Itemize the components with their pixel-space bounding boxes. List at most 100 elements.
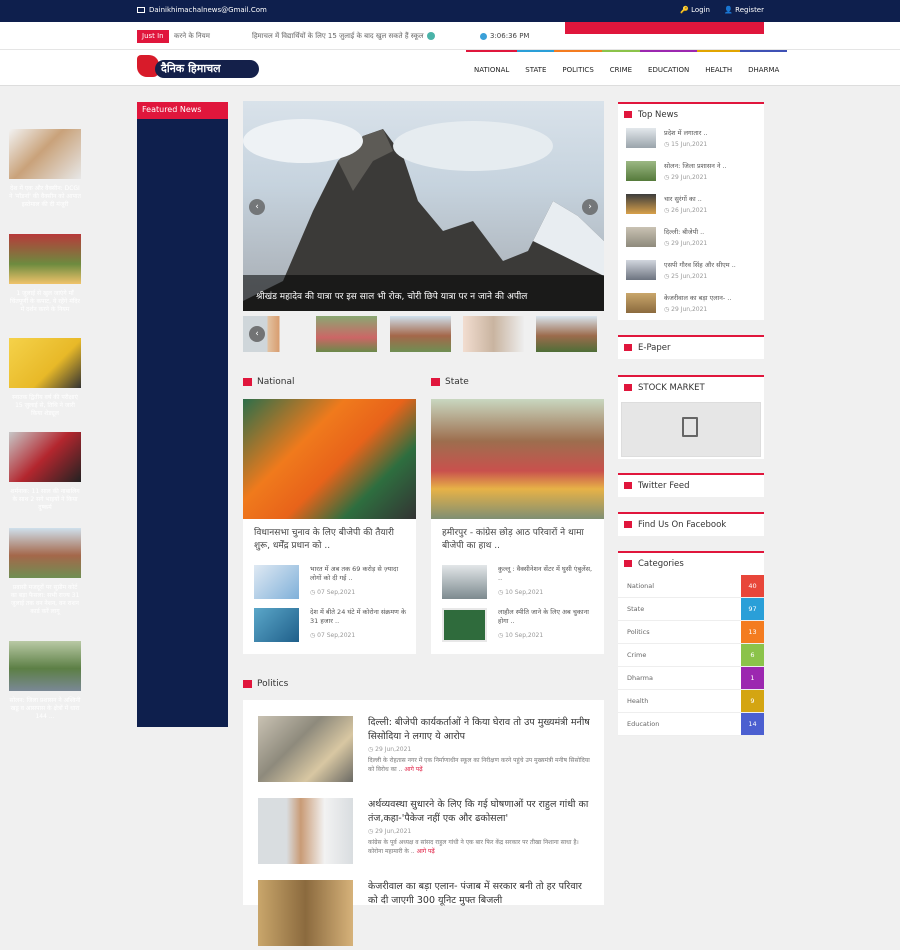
epaper-widget[interactable]: E-Paper	[618, 335, 764, 359]
top-news-item[interactable]: दिल्ली: बीजेपी .. ◷ 29 Jun,2021	[626, 227, 761, 251]
news-thumb	[258, 798, 353, 864]
contact-email[interactable]: Dainikhimachalnews@Gmail.Com	[137, 6, 267, 14]
category-item-crime[interactable]: Crime 6	[618, 644, 764, 667]
thumbs-prev-button[interactable]: ‹	[249, 326, 265, 342]
news-thumb	[626, 227, 656, 247]
slider-thumb[interactable]	[390, 316, 451, 352]
featured-news-title: Featured News	[137, 102, 228, 119]
category-count-badge: 97	[741, 598, 764, 620]
category-count-badge: 1	[741, 667, 764, 689]
news-thumb	[9, 432, 81, 482]
slider-next-button[interactable]: ›	[582, 199, 598, 215]
header-accent-bar	[565, 22, 764, 34]
news-thumb	[626, 293, 656, 313]
politics-item[interactable]: अर्थव्यवस्था सुधारने के लिए कि गई घोषणाओ…	[258, 798, 593, 868]
national-section-title: National	[243, 377, 295, 387]
read-more-link[interactable]: आगे पढ़ें	[404, 766, 422, 773]
featured-news-item[interactable]: देश में एक और वैक्सीन: DCGI ने 'मॉडर्ना'…	[9, 129, 81, 209]
category-item-education[interactable]: Education 14	[618, 713, 764, 736]
featured-news-caption: देश में एक और वैक्सीन: DCGI ने 'मॉडर्ना'…	[9, 185, 81, 208]
featured-news-item[interactable]: स्नातक द्वितीय वर्ष की परीक्षाएं 15 जुला…	[9, 338, 81, 418]
stock-market-widget: STOCK MARKET	[618, 375, 764, 459]
featured-news-sidebar: Featured News	[137, 102, 228, 727]
news-thumb	[254, 565, 299, 599]
login-link[interactable]: 🔑 Login	[680, 6, 710, 14]
facebook-widget[interactable]: Find Us On Facebook	[618, 512, 764, 536]
news-thumb	[258, 716, 353, 782]
state-lead-image[interactable]	[431, 399, 604, 519]
logo-text: दैनिक हिमाचल	[155, 60, 259, 78]
slider-thumb[interactable]	[536, 316, 597, 352]
nav-item-crime[interactable]: CRIME	[601, 50, 641, 86]
state-subitem[interactable]: लाहौल स्पीति जाने के लिए अब चुकाना होगा …	[442, 608, 602, 648]
nav-item-education[interactable]: EDUCATION	[640, 50, 698, 86]
section-marker-icon	[624, 384, 632, 391]
slider-caption[interactable]: श्रीखंड महादेव की यात्रा पर इस साल भी रो…	[243, 275, 604, 311]
news-thumb	[9, 641, 81, 691]
state-card: हमीरपुर - कांग्रेस छोड़ आठ परिवारों ने थ…	[431, 399, 604, 654]
nav-item-state[interactable]: STATE	[517, 50, 555, 86]
read-more-link[interactable]: आगे पढ़ें	[417, 848, 435, 855]
category-item-politics[interactable]: Politics 13	[618, 621, 764, 644]
ticker-item[interactable]: हिमाचल में विद्यार्थियों के लिए 15 जुलाई…	[252, 32, 435, 41]
politics-item[interactable]: केजरीवाल का बड़ा एलान- पंजाब में सरकार ब…	[258, 880, 593, 950]
slider-thumb[interactable]	[463, 316, 524, 352]
section-marker-icon	[243, 377, 252, 386]
top-news-item[interactable]: सोलन: जिला प्रशासन ने .. ◷ 29 Jun,2021	[626, 161, 761, 185]
nav-item-dharma[interactable]: DHARMA	[740, 50, 788, 86]
featured-news-caption: 1 जुलाई से खुल जाएंगे माँ चिंतपूर्णी के …	[9, 290, 80, 313]
top-news-item[interactable]: केजरीवाल का बड़ा एलान- .. ◷ 29 Jun,2021	[626, 293, 761, 317]
politics-section-title: Politics	[243, 679, 288, 689]
section-marker-icon	[431, 377, 440, 386]
national-lead-image[interactable]	[243, 399, 416, 519]
slider-thumb[interactable]	[316, 316, 377, 352]
news-thumb	[626, 260, 656, 280]
featured-news-item[interactable]: सोलन: जिला प्रशासन ने अश्विनी खड्ड व आसप…	[9, 641, 81, 725]
ticker-item[interactable]: करने के नियम	[174, 32, 210, 41]
featured-news-caption: स्नातक द्वितीय वर्ष की परीक्षाएं 15 जुला…	[12, 394, 78, 417]
featured-news-caption: सोलन: जिला प्रशासन ने अश्विनी खड्ड व आसप…	[9, 697, 81, 720]
section-marker-icon	[243, 679, 252, 688]
category-item-health[interactable]: Health 9	[618, 690, 764, 713]
twitter-feed-widget[interactable]: Twitter Feed	[618, 473, 764, 497]
category-count-badge: 13	[741, 621, 764, 643]
news-thumb	[626, 161, 656, 181]
nav-item-national[interactable]: NATIONAL	[466, 50, 518, 86]
stock-widget-frame	[621, 402, 761, 457]
nav-item-politics[interactable]: POLITICS	[554, 50, 602, 86]
national-subitem[interactable]: देश में बीते 24 घंटे में कोरोना संक्रमण …	[254, 608, 414, 648]
national-headline[interactable]: विधानसभा चुनाव के लिए बीजेपी की तैयारी श…	[243, 519, 416, 553]
category-item-state[interactable]: State 97	[618, 598, 764, 621]
politics-item[interactable]: दिल्ली: बीजेपी कार्यकर्ताओं ने किया घेरा…	[258, 716, 593, 786]
mail-icon	[137, 7, 145, 13]
national-card: विधानसभा चुनाव के लिए बीजेपी की तैयारी श…	[243, 399, 416, 654]
category-item-national[interactable]: National 40	[618, 575, 764, 598]
section-marker-icon	[624, 344, 632, 351]
news-thumb	[9, 528, 81, 578]
just-in-badge: Just In	[137, 30, 169, 43]
slider-prev-button[interactable]: ‹	[249, 199, 265, 215]
site-logo[interactable]: दैनिक हिमाचल	[137, 55, 261, 79]
top-news-widget: Top News प्रदेश में लगातार .. ◷ 15 Jun,20…	[618, 102, 764, 320]
section-marker-icon	[624, 560, 632, 567]
news-thumb	[442, 608, 487, 642]
news-thumb	[9, 234, 81, 284]
register-link[interactable]: 👤 Register	[724, 6, 764, 14]
broken-document-icon	[682, 417, 698, 437]
state-headline[interactable]: हमीरपुर - कांग्रेस छोड़ आठ परिवारों ने थ…	[431, 519, 604, 553]
hero-slider[interactable]: ‹ › श्रीखंड महादेव की यात्रा पर इस साल भ…	[243, 101, 604, 311]
top-bar: Dainikhimachalnews@Gmail.Com 🔑 Login 👤 R…	[0, 0, 900, 22]
featured-news-item[interactable]: 1 जुलाई से खुल जाएंगे माँ चिंतपूर्णी के …	[9, 234, 81, 314]
main-nav: NATIONAL STATE POLITICS CRIME EDUCATION HEALT…	[466, 50, 788, 86]
category-item-dharma[interactable]: Dharma 1	[618, 667, 764, 690]
top-news-item[interactable]: चार सुरंगों का .. ◷ 26 Jun,2021	[626, 194, 761, 218]
featured-news-item[interactable]: प्रवासी मजदूरों पर सुप्रीम कोर्ट का बड़ा…	[9, 528, 81, 616]
featured-news-item[interactable]: शर्मनाक: 11 साल की नाबालिग के साथ 2 सगे …	[9, 432, 81, 512]
auth-links: 🔑 Login 👤 Register	[668, 6, 764, 14]
featured-news-caption: प्रवासी मजदूरों पर सुप्रीम कोर्ट का बड़ा…	[10, 584, 80, 615]
nav-item-health[interactable]: HEALTH	[697, 50, 741, 86]
top-news-item[interactable]: एसपी गौरव सिंह और सीएम .. ◷ 25 Jun,2021	[626, 260, 761, 284]
top-news-item[interactable]: प्रदेश में लगातार .. ◷ 15 Jun,2021	[626, 128, 761, 152]
national-subitem[interactable]: भारत में अब तक 69 करोड़ से ज़्यादा लोगों…	[254, 565, 414, 605]
state-subitem[interactable]: कुल्लू : वैक्सीनेशन सेंटर में घुसी एंबुल…	[442, 565, 602, 605]
